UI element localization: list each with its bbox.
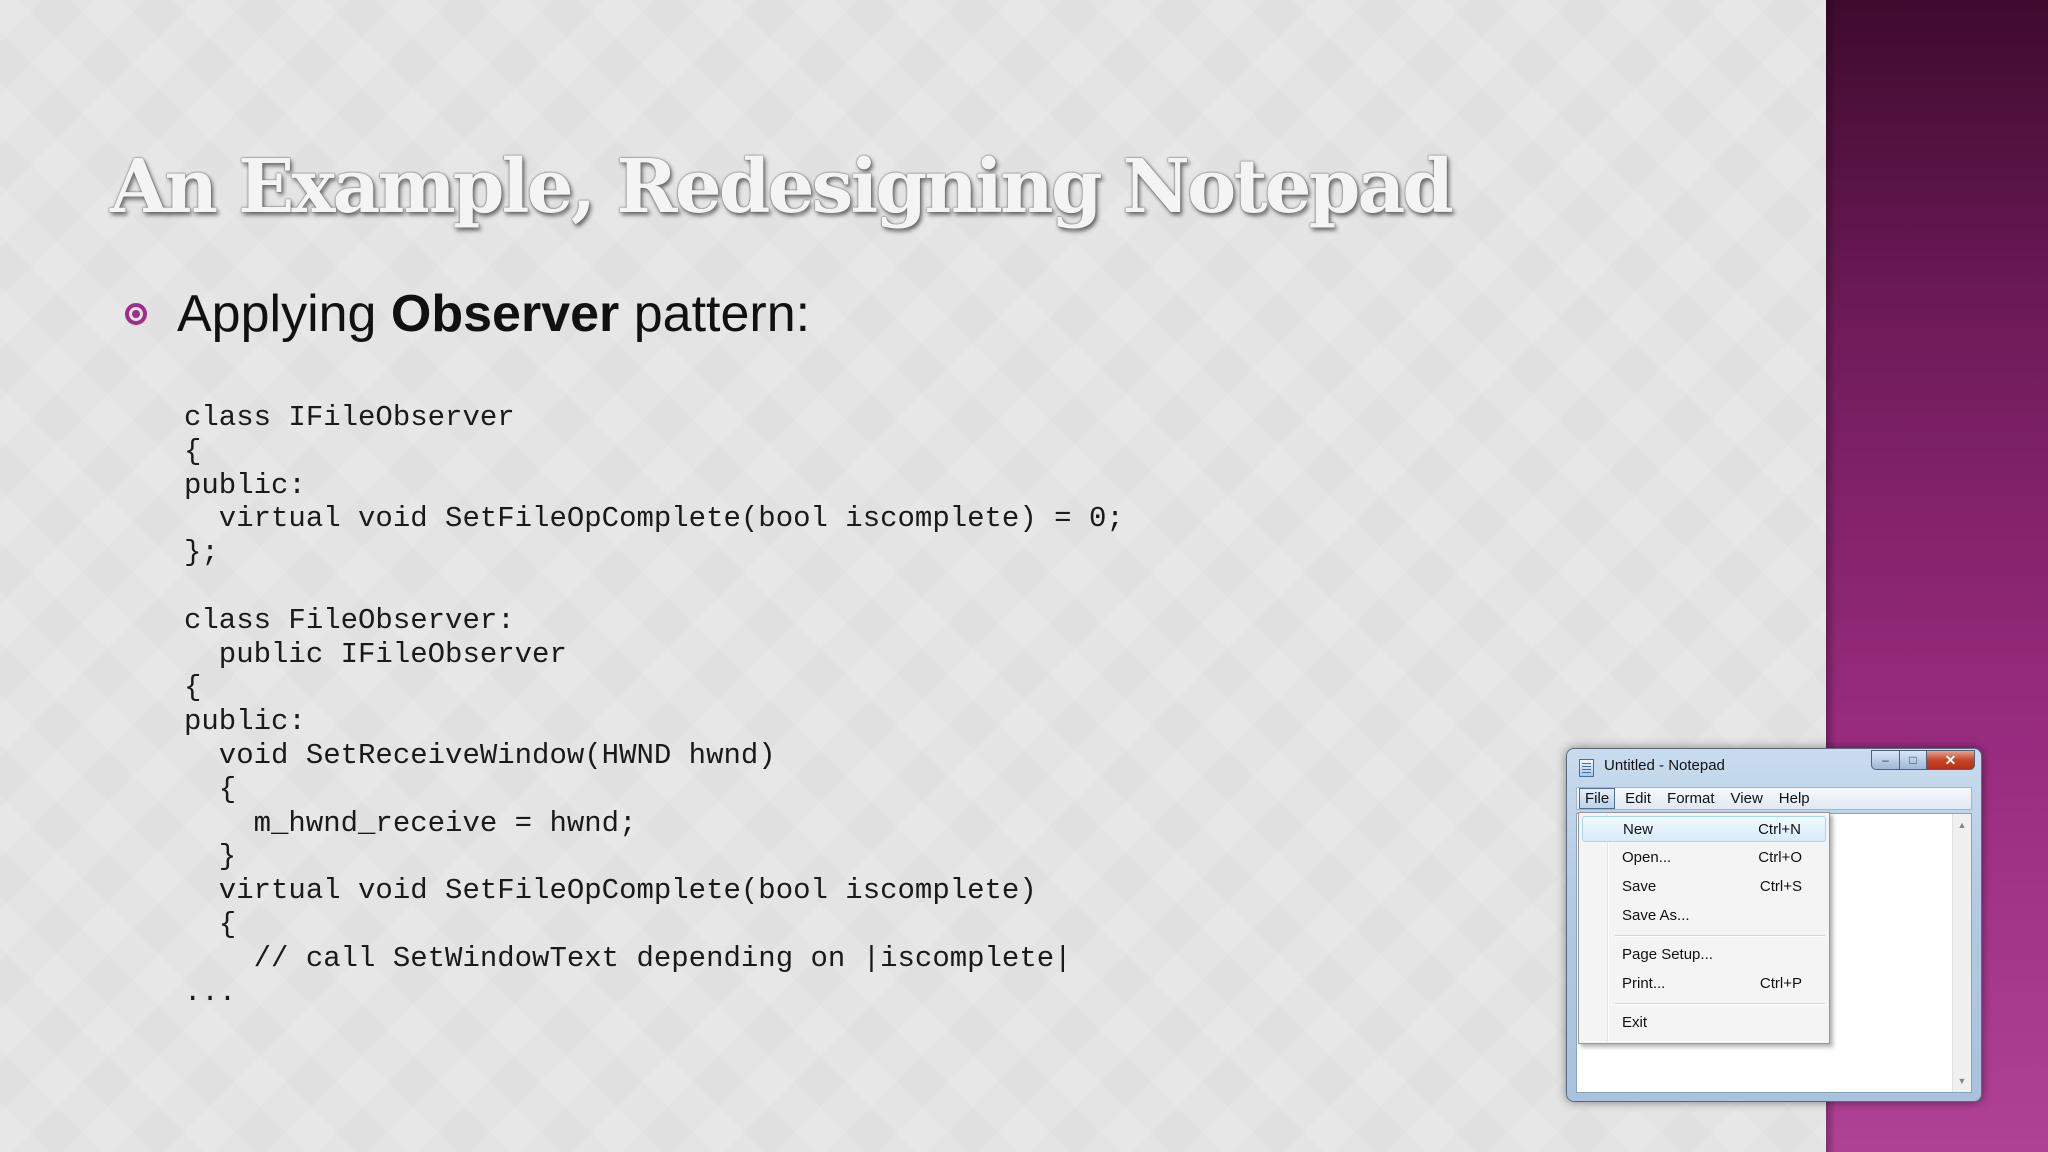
menu-bar: File Edit Format View Help <box>1576 787 1972 810</box>
bullet-point: Applying Observer pattern: <box>125 284 810 344</box>
menu-separator <box>1615 935 1825 936</box>
minimize-button[interactable]: – <box>1871 750 1900 770</box>
menu-item-shortcut: Ctrl+S <box>1759 878 1802 895</box>
bullet-emphasis: Observer <box>390 285 620 343</box>
code-line: class IFileObserver <box>184 401 515 434</box>
file-menu-dropdown: New Ctrl+N Open... Ctrl+O Save Ctrl+S Sa… <box>1578 812 1830 1044</box>
scroll-down-arrow-icon[interactable]: ▼ <box>1953 1073 1971 1089</box>
menu-item-page-setup[interactable]: Page Setup... <box>1582 942 1826 968</box>
menu-item-label: Open... <box>1622 849 1672 866</box>
menu-item-print[interactable]: Print... Ctrl+P <box>1582 971 1826 997</box>
close-button[interactable]: ✕ <box>1927 750 1975 770</box>
notepad-icon <box>1579 759 1594 777</box>
code-line: } <box>184 840 237 874</box>
menu-item-new[interactable]: New Ctrl+N <box>1582 816 1826 842</box>
code-line: class FileObserver: <box>184 603 515 637</box>
menu-item-label: Print... <box>1622 975 1666 992</box>
bullet-text: Applying Observer pattern: <box>177 284 810 344</box>
code-line: virtual void SetFileOpComplete(bool isco… <box>184 502 1124 536</box>
code-line: virtual void SetFileOpComplete(bool isco… <box>184 874 1037 908</box>
menu-help[interactable]: Help <box>1771 789 1818 808</box>
menu-item-open[interactable]: Open... Ctrl+O <box>1582 845 1826 871</box>
minimize-icon: – <box>1882 753 1889 767</box>
menu-item-save[interactable]: Save Ctrl+S <box>1582 874 1826 900</box>
menu-item-label: Exit <box>1622 1014 1648 1031</box>
menu-item-label: Save As... <box>1622 907 1690 924</box>
window-controls: – □ ✕ <box>1871 750 1975 770</box>
bullet-circle-icon <box>125 303 147 325</box>
menu-item-save-as[interactable]: Save As... <box>1582 903 1826 929</box>
menu-file[interactable]: File <box>1579 788 1616 809</box>
menu-format[interactable]: Format <box>1659 789 1723 808</box>
slide-title: An Example, Redesigning Notepad <box>110 144 1454 230</box>
code-line: { <box>184 671 202 705</box>
vertical-scrollbar[interactable]: ▲ ▼ <box>1952 814 1971 1092</box>
code-line: m_hwnd_receive = hwnd; <box>184 806 637 840</box>
window-titlebar[interactable]: Untitled - Notepad – □ ✕ <box>1567 749 1981 783</box>
code-line: public: <box>184 705 306 739</box>
menu-item-shortcut: Ctrl+P <box>1759 975 1802 992</box>
menu-item-label: New <box>1623 821 1654 838</box>
maximize-icon: □ <box>1909 753 1917 767</box>
code-line: { <box>184 907 237 941</box>
code-line: { <box>184 434 202 468</box>
code-line: }; <box>184 536 219 570</box>
menu-item-label: Save <box>1622 878 1657 895</box>
menu-item-exit[interactable]: Exit <box>1582 1010 1826 1036</box>
code-line: { <box>184 772 237 806</box>
code-line: // call SetWindowText depending on |isco… <box>184 941 1072 975</box>
close-icon: ✕ <box>1944 752 1957 768</box>
code-block: class IFileObserver{public: virtual void… <box>184 401 1124 1009</box>
code-line: public IFileObserver <box>184 637 567 671</box>
menu-edit[interactable]: Edit <box>1617 789 1659 808</box>
code-line: void SetReceiveWindow(HWND hwnd) <box>184 738 776 772</box>
bullet-suffix: pattern: <box>619 285 811 343</box>
maximize-button[interactable]: □ <box>1900 750 1927 770</box>
window-title: Untitled - Notepad <box>1604 757 1725 774</box>
menu-item-label: Page Setup... <box>1622 946 1713 963</box>
bullet-prefix: Applying <box>177 285 391 343</box>
menu-view[interactable]: View <box>1723 789 1771 808</box>
menu-separator <box>1615 1003 1825 1004</box>
menu-item-shortcut: Ctrl+N <box>1758 821 1801 838</box>
code-line: public: <box>184 468 306 502</box>
code-line: ... <box>184 975 237 1009</box>
menu-item-shortcut: Ctrl+O <box>1758 849 1802 866</box>
scroll-up-arrow-icon[interactable]: ▲ <box>1953 817 1971 833</box>
